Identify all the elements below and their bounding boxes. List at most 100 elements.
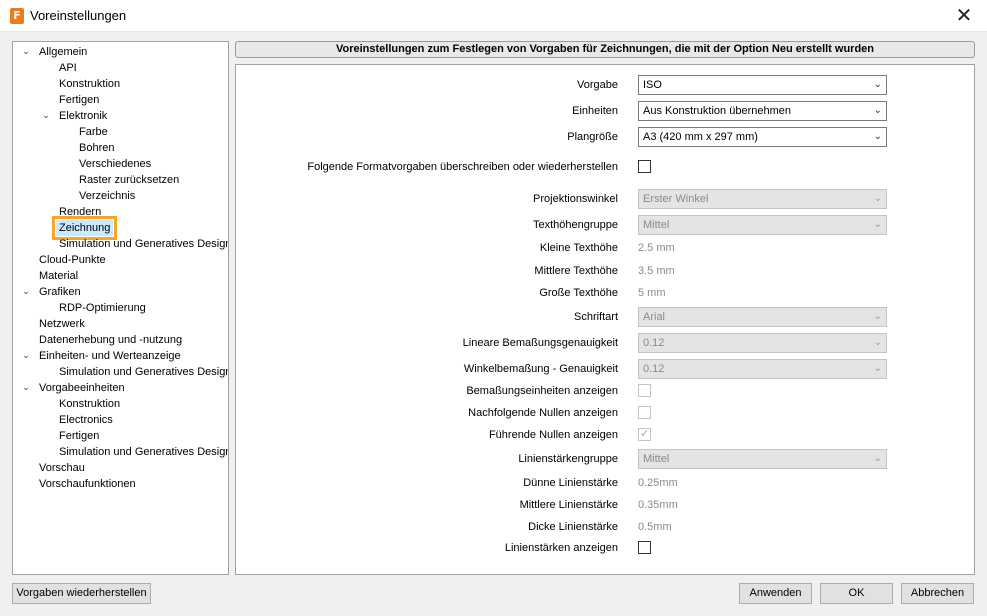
dicke-linienstaerke-label: Dicke Linienstärke xyxy=(528,521,618,533)
tree-item-label: RDP-Optimierung xyxy=(59,302,146,314)
tree-item[interactable]: Material xyxy=(36,268,81,284)
override-checkbox[interactable] xyxy=(638,160,651,173)
tree-item[interactable]: Farbe xyxy=(76,124,111,140)
tree-item[interactable]: Vorschaufunktionen xyxy=(36,476,139,492)
tree-item[interactable]: Simulation und Generatives Design xyxy=(56,364,228,380)
tree-item[interactable]: Simulation und Generatives Design xyxy=(56,236,228,252)
tree-item[interactable]: Verschiedenes xyxy=(76,156,154,172)
linienstaerkengruppe-select[interactable]: Mittel ⌄ xyxy=(638,449,887,469)
override-label: Folgende Formatvorgaben überschreiben od… xyxy=(307,161,618,173)
tree-item[interactable]: Fertigen xyxy=(56,428,102,444)
linienstaerken-anzeigen-label: Linienstärken anzeigen xyxy=(504,542,618,554)
tree-item[interactable]: ⌄ Grafiken xyxy=(22,284,84,300)
mittlere-texthoehe-value: 3.5 mm xyxy=(638,265,675,277)
winkel-genauigkeit-value: 0.12 xyxy=(643,363,665,375)
tree-item[interactable]: Datenerhebung und -nutzung xyxy=(36,332,185,348)
projektionswinkel-select[interactable]: Erster Winkel ⌄ xyxy=(638,189,887,209)
plangroesse-label: Plangröße xyxy=(567,131,618,143)
bemassungseinheiten-label: Bemaßungseinheiten anzeigen xyxy=(466,385,618,397)
tree-item-label: Grafiken xyxy=(39,286,81,298)
chevron-down-icon[interactable]: ⌄ xyxy=(40,108,52,124)
tree-item[interactable]: Zeichnung xyxy=(51,216,118,240)
tree-item[interactable]: ⌄ Vorgabeeinheiten xyxy=(22,380,128,396)
tree-item[interactable]: Rendern xyxy=(56,204,104,220)
cancel-button[interactable]: Abbrechen xyxy=(901,583,974,604)
ok-button[interactable]: OK xyxy=(820,583,893,604)
tree-item[interactable]: Konstruktion xyxy=(56,396,123,412)
tree-item[interactable]: Fertigen xyxy=(56,92,102,108)
bemassungseinheiten-checkbox[interactable] xyxy=(638,384,651,397)
dicke-linienstaerke-value: 0.5mm xyxy=(638,521,672,533)
texthoehengruppe-value: Mittel xyxy=(643,219,670,231)
tree-item[interactable]: Raster zurücksetzen xyxy=(76,172,182,188)
vorgabe-select[interactable]: ISO ⌄ xyxy=(638,75,887,95)
tree-item[interactable]: API xyxy=(56,60,80,76)
vorgabe-value: ISO xyxy=(643,79,662,91)
chevron-down-icon: ⌄ xyxy=(873,79,882,90)
kleine-texthoehe-value: 2.5 mm xyxy=(638,242,675,254)
plangroesse-select[interactable]: A3 (420 mm x 297 mm) ⌄ xyxy=(638,127,887,147)
lineare-genauigkeit-label: Lineare Bemaßungsgenauigkeit xyxy=(462,337,618,349)
tree-item[interactable]: ⌄ Einheiten- und Werteanzeige xyxy=(22,348,184,364)
tree-item[interactable]: ⌄ Allgemein xyxy=(22,44,90,60)
tree-item[interactable]: Bohren xyxy=(76,140,117,156)
chevron-down-icon: ⌄ xyxy=(873,105,882,116)
plangroesse-value: A3 (420 mm x 297 mm) xyxy=(643,131,758,143)
einheiten-value: Aus Konstruktion übernehmen xyxy=(643,105,791,117)
tree-item-label: Electronics xyxy=(59,414,113,426)
linienstaerken-anzeigen-checkbox[interactable] xyxy=(638,541,651,554)
kleine-texthoehe-label: Kleine Texthöhe xyxy=(539,242,618,254)
chevron-down-icon[interactable]: ⌄ xyxy=(20,348,32,364)
vorgabe-label: Vorgabe xyxy=(577,79,618,91)
fuehrende-nullen-label: Führende Nullen anzeigen xyxy=(488,429,618,441)
tree-item-label: Cloud-Punkte xyxy=(39,254,106,266)
chevron-down-icon: ⌄ xyxy=(873,453,882,464)
chevron-down-icon[interactable]: ⌄ xyxy=(20,284,32,300)
tree-item-label: Vorgabeeinheiten xyxy=(39,382,125,394)
schriftart-value: Arial xyxy=(643,311,666,323)
lineare-genauigkeit-value: 0.12 xyxy=(643,337,665,349)
close-button[interactable]: ✕ xyxy=(941,0,987,31)
tree-item-label: Netzwerk xyxy=(39,318,85,330)
winkel-genauigkeit-select[interactable]: 0.12 ⌄ xyxy=(638,359,887,379)
chevron-down-icon[interactable]: ⌄ xyxy=(20,380,32,396)
fuehrende-nullen-checkbox[interactable]: ✓ xyxy=(638,427,651,441)
schriftart-select[interactable]: Arial ⌄ xyxy=(638,307,887,327)
einheiten-label: Einheiten xyxy=(572,105,618,117)
mittlere-texthoehe-label: Mittlere Texthöhe xyxy=(534,265,618,277)
linienstaerkengruppe-label: Linienstärkengruppe xyxy=(518,453,618,465)
tree-item-label: Allgemein xyxy=(39,46,88,58)
panel-header: Voreinstellungen zum Festlegen von Vorga… xyxy=(235,41,975,58)
projektionswinkel-value: Erster Winkel xyxy=(643,193,709,205)
texthoehengruppe-select[interactable]: Mittel ⌄ xyxy=(638,215,887,235)
tree-item[interactable]: Vorschau xyxy=(36,460,88,476)
mittlere-linienstaerke-label: Mittlere Linienstärke xyxy=(519,499,618,511)
tree-item[interactable]: Netzwerk xyxy=(36,316,88,332)
nachfolgende-nullen-checkbox[interactable] xyxy=(638,406,651,419)
tree-item-label: Bohren xyxy=(79,142,115,154)
tree-item-label: API xyxy=(59,62,77,74)
restore-defaults-button[interactable]: Vorgaben wiederherstellen xyxy=(12,583,151,604)
tree-item[interactable]: Verzeichnis xyxy=(76,188,138,204)
chevron-down-icon[interactable]: ⌄ xyxy=(20,44,32,60)
tree-item[interactable]: Simulation und Generatives Design xyxy=(56,444,229,460)
lineare-genauigkeit-select[interactable]: 0.12 ⌄ xyxy=(638,333,887,353)
duenne-linienstaerke-value: 0.25mm xyxy=(638,477,678,489)
tree-item[interactable]: Konstruktion xyxy=(56,76,123,92)
chevron-down-icon: ⌄ xyxy=(873,311,882,322)
apply-button[interactable]: Anwenden xyxy=(739,583,812,604)
category-tree[interactable]: ⌄ Allgemein API Konstruktion Fertigen ⌄ Elektr… xyxy=(12,41,229,575)
tree-item[interactable]: Electronics xyxy=(56,412,116,428)
tree-item-label: Raster zurücksetzen xyxy=(79,174,180,186)
tree-item-label: Simulation und Generatives Design xyxy=(59,446,229,458)
einheiten-select[interactable]: Aus Konstruktion übernehmen ⌄ xyxy=(638,101,887,121)
tree-item[interactable]: ⌄ Elektronik xyxy=(42,108,110,124)
tree-item-label: Elektronik xyxy=(59,110,108,122)
chevron-down-icon: ⌄ xyxy=(873,363,882,374)
projektionswinkel-label: Projektionswinkel xyxy=(533,193,618,205)
tree-item-label: Verschiedenes xyxy=(79,158,152,170)
tree-item[interactable]: Cloud-Punkte xyxy=(36,252,109,268)
duenne-linienstaerke-label: Dünne Linienstärke xyxy=(523,477,618,489)
tree-item-label: Rendern xyxy=(59,206,102,218)
tree-item[interactable]: RDP-Optimierung xyxy=(56,300,149,316)
